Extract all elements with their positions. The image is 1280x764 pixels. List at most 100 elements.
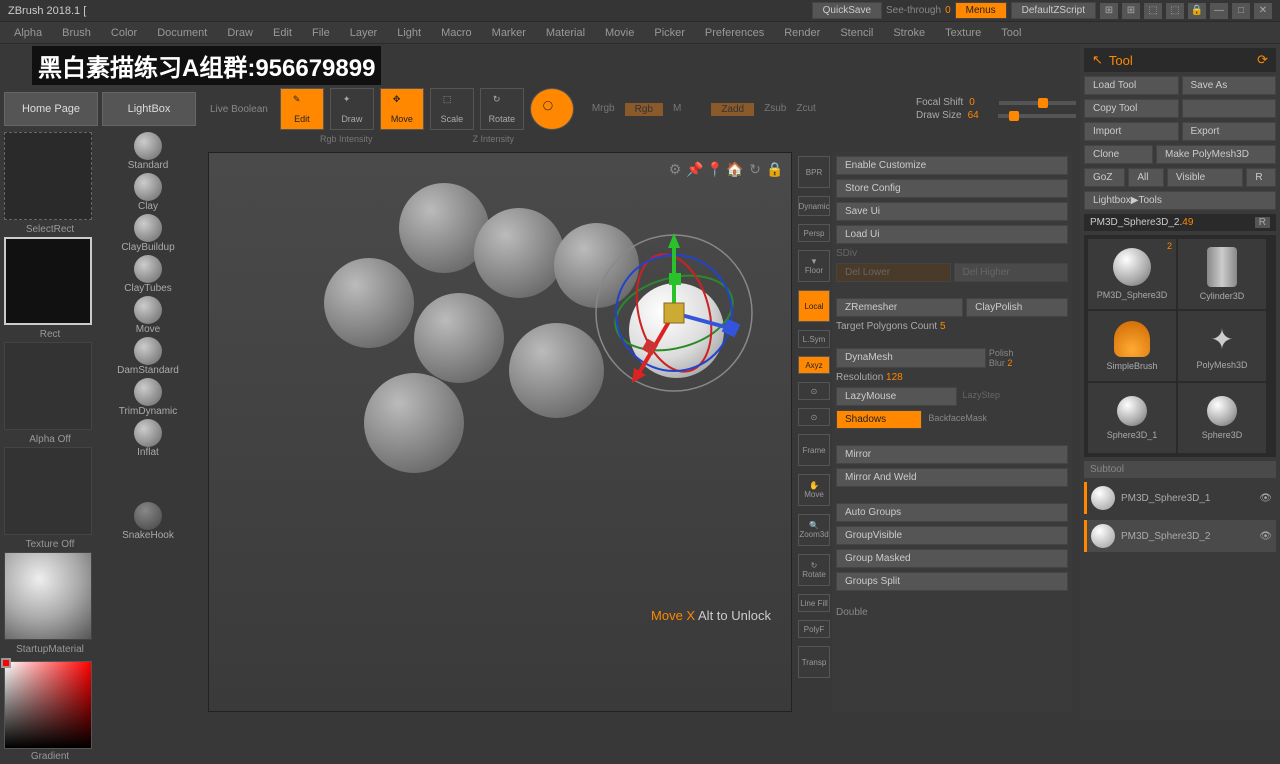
zsub-toggle[interactable]: Zsub (764, 103, 786, 116)
menu-edit[interactable]: Edit (265, 25, 300, 41)
menu-macro[interactable]: Macro (433, 25, 480, 41)
lock-icon[interactable]: 🔒 (1188, 3, 1206, 19)
persp-button[interactable]: Persp (798, 224, 830, 242)
enable-customize[interactable]: Enable Customize (836, 156, 1068, 175)
menu-draw[interactable]: Draw (219, 25, 261, 41)
load-ui[interactable]: Load Ui (836, 225, 1068, 244)
ctrl-icon[interactable]: ⊞ (1122, 3, 1140, 19)
menu-tool[interactable]: Tool (993, 25, 1029, 41)
seethrough-label[interactable]: See-through (886, 5, 941, 16)
close-icon[interactable]: ✕ (1254, 3, 1272, 19)
double-toggle[interactable]: Double (836, 607, 1068, 618)
axyz-button[interactable]: Axyz (798, 356, 830, 374)
groupssplit-button[interactable]: Groups Split (836, 572, 1068, 591)
move-button[interactable]: ✥Move (380, 88, 424, 130)
alpha-thumb[interactable] (4, 342, 92, 430)
brush-move[interactable]: Move (104, 296, 192, 335)
z-intensity[interactable]: Z Intensity (473, 134, 515, 144)
brush-standard[interactable]: Standard (104, 132, 192, 171)
clone-button[interactable]: Clone (1084, 145, 1153, 164)
shadows-button[interactable]: Shadows (836, 410, 922, 429)
menu-render[interactable]: Render (776, 25, 828, 41)
r-badge[interactable]: R (1255, 217, 1270, 228)
transp-button[interactable]: Transp (798, 646, 830, 678)
brush-trimdynamic[interactable]: TrimDynamic (104, 378, 192, 417)
bpr-button[interactable]: BPR (798, 156, 830, 188)
zcut-toggle[interactable]: Zcut (796, 103, 815, 116)
rotate-button[interactable]: ↻Rotate (480, 88, 524, 130)
menu-stencil[interactable]: Stencil (832, 25, 881, 41)
color-picker[interactable] (4, 661, 92, 749)
mirror-weld-button[interactable]: Mirror And Weld (836, 468, 1068, 487)
menu-layer[interactable]: Layer (342, 25, 386, 41)
dynamic-button[interactable]: Dynamic (798, 196, 830, 216)
menu-stroke[interactable]: Stroke (885, 25, 933, 41)
save-as-button[interactable]: Save As (1182, 76, 1277, 95)
menus-button[interactable]: Menus (955, 2, 1007, 19)
gizmo-button[interactable]: ◯ (530, 88, 574, 130)
local-button[interactable]: Local (798, 290, 830, 322)
rgb-intensity[interactable]: Rgb Intensity (320, 134, 373, 144)
zremesher-button[interactable]: ZRemesher (836, 298, 963, 317)
brush-damstandard[interactable]: DamStandard (104, 337, 192, 376)
brush-clay[interactable]: Clay (104, 173, 192, 212)
m-toggle[interactable]: M (673, 103, 681, 116)
subtool-item[interactable]: PM3D_Sphere3D_1 👁 (1084, 482, 1276, 514)
lazymouse-button[interactable]: LazyMouse (836, 387, 957, 406)
home-tab[interactable]: Home Page (4, 92, 98, 126)
refresh-icon[interactable]: ⟳ (1257, 52, 1268, 68)
goz-button[interactable]: GoZ (1084, 168, 1125, 187)
tool-thumb[interactable]: Sphere3D (1178, 383, 1266, 453)
claypolish-button[interactable]: ClayPolish (966, 298, 1068, 317)
rgb-toggle[interactable]: Rgb (625, 103, 663, 116)
dynamesh-button[interactable]: DynaMesh (836, 348, 986, 368)
make-polymesh-button[interactable]: Make PolyMesh3D (1156, 145, 1276, 164)
polyf-button[interactable]: PolyF (798, 620, 830, 638)
tool-thumb[interactable]: SimpleBrush (1088, 311, 1176, 381)
minimize-icon[interactable]: — (1210, 3, 1228, 19)
edit-button[interactable]: ✎Edit (280, 88, 324, 130)
sdiv-label[interactable]: SDiv (836, 248, 857, 259)
r-button[interactable]: R (1246, 168, 1276, 187)
tool-panel-header[interactable]: ↖Tool ⟳ (1084, 48, 1276, 72)
home-icon[interactable]: 🏠 (727, 161, 743, 177)
groupvisible-button[interactable]: GroupVisible (836, 526, 1068, 545)
ctrl-icon[interactable]: ⬚ (1166, 3, 1184, 19)
visible-button[interactable]: Visible (1167, 168, 1243, 187)
save-ui[interactable]: Save Ui (836, 202, 1068, 221)
groupmasked-button[interactable]: Group Masked (836, 549, 1068, 568)
refresh-icon[interactable]: ↻ (747, 161, 763, 177)
frame-button[interactable]: Frame (798, 434, 830, 466)
material-thumb[interactable] (4, 552, 92, 640)
autogroups-button[interactable]: Auto Groups (836, 503, 1068, 522)
maximize-icon[interactable]: □ (1232, 3, 1250, 19)
menu-color[interactable]: Color (103, 25, 145, 41)
mirror-button[interactable]: Mirror (836, 445, 1068, 464)
linefill-button[interactable]: Line Fill (798, 594, 830, 612)
brush-claytubes[interactable]: ClayTubes (104, 255, 192, 294)
lsym-button[interactable]: L.Sym (798, 330, 830, 348)
tool-thumb[interactable]: ✦PolyMesh3D (1178, 311, 1266, 381)
brush-claybuildup[interactable]: ClayBuildup (104, 214, 192, 253)
del-lower[interactable]: Del Lower (836, 263, 951, 282)
lock-icon[interactable]: 🔒 (767, 161, 783, 177)
rect-thumb[interactable] (4, 237, 92, 325)
subtool-item[interactable]: PM3D_Sphere3D_2 👁 (1084, 520, 1276, 552)
menu-marker[interactable]: Marker (484, 25, 534, 41)
zoom3d-button[interactable]: 🔍Zoom3d (798, 514, 830, 546)
menu-alpha[interactable]: Alpha (6, 25, 50, 41)
export-button[interactable]: Export (1182, 122, 1277, 141)
texture-thumb[interactable] (4, 447, 92, 535)
draw-button[interactable]: ✦Draw (330, 88, 374, 130)
tool-thumb[interactable]: 2PM3D_Sphere3D (1088, 239, 1176, 309)
menu-picker[interactable]: Picker (646, 25, 693, 41)
eye-icon[interactable]: 👁 (1259, 531, 1272, 542)
livebool-label[interactable]: Live Boolean (204, 104, 274, 115)
menu-light[interactable]: Light (389, 25, 429, 41)
gear-icon[interactable]: ⚙ (667, 161, 683, 177)
scale-button[interactable]: ⬚Scale (430, 88, 474, 130)
all-button[interactable]: All (1128, 168, 1164, 187)
load-tool-button[interactable]: Load Tool (1084, 76, 1179, 95)
menu-preferences[interactable]: Preferences (697, 25, 772, 41)
lightbox-tab[interactable]: LightBox (102, 92, 196, 126)
